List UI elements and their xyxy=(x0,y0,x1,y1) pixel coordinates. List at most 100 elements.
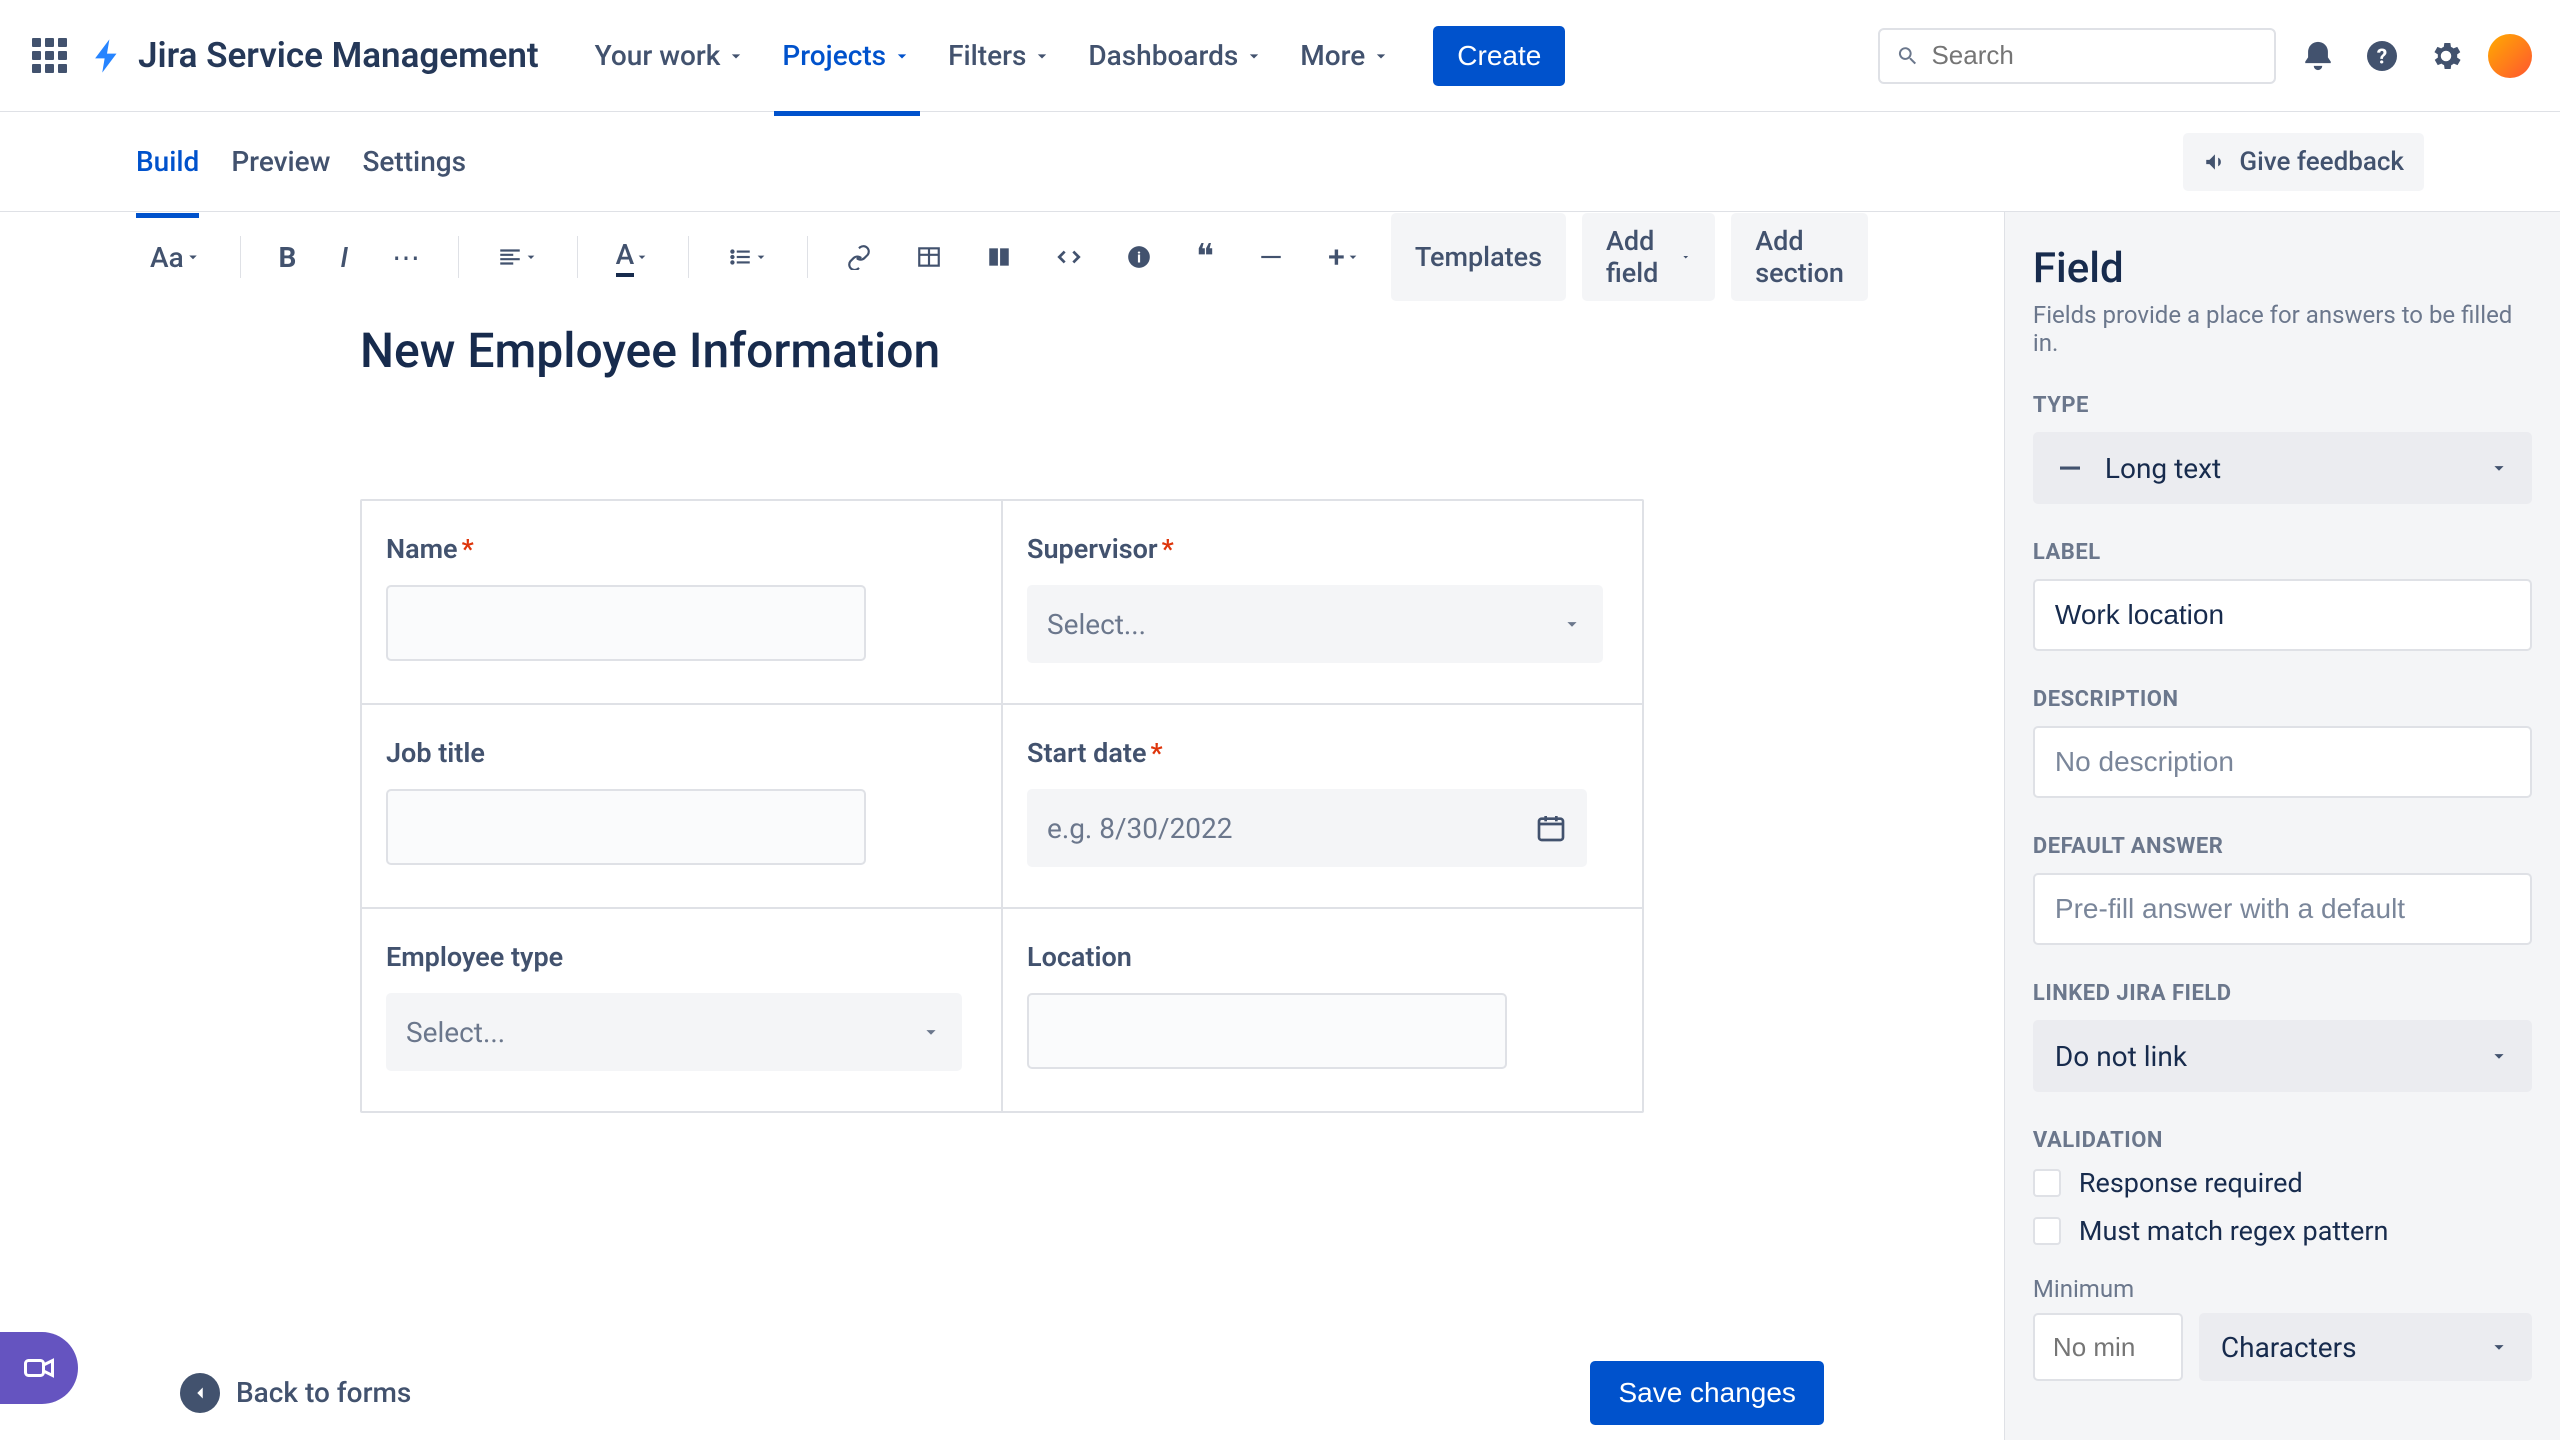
app-switcher-icon[interactable] xyxy=(28,35,70,77)
start-date-input[interactable]: e.g. 8/30/2022 xyxy=(1027,789,1587,867)
link-button[interactable] xyxy=(832,229,886,285)
field-start-date[interactable]: Start date* e.g. 8/30/2022 xyxy=(1001,705,1642,907)
code-icon xyxy=(1056,244,1082,270)
default-answer-input[interactable] xyxy=(2033,873,2532,945)
description-label: DESCRIPTION xyxy=(2033,687,2532,712)
chevron-down-icon xyxy=(920,1021,942,1043)
add-section-button[interactable]: Add section xyxy=(1731,213,1868,301)
info-panel-button[interactable]: i xyxy=(1112,229,1166,285)
table-button[interactable] xyxy=(902,229,956,285)
product-logo[interactable]: Jira Service Management xyxy=(88,35,539,76)
list-button[interactable] xyxy=(713,229,783,285)
search-input[interactable] xyxy=(1878,28,2276,84)
give-feedback-button[interactable]: Give feedback xyxy=(2183,133,2424,191)
megaphone-icon xyxy=(2203,149,2229,175)
more-formatting-button[interactable]: ⋯ xyxy=(378,229,434,285)
link-icon xyxy=(846,244,872,270)
tab-preview[interactable]: Preview xyxy=(231,129,330,194)
editor-toolbar: Aa B I ⋯ A i ❝ + Templates Add field Add… xyxy=(0,212,2004,302)
field-employee-type[interactable]: Employee type Select... xyxy=(362,909,1001,1111)
table-icon xyxy=(916,244,942,270)
text-style-button[interactable]: Aa xyxy=(136,229,216,285)
chevron-down-icon xyxy=(523,249,539,265)
nav-dashboards[interactable]: Dashboards xyxy=(1088,27,1264,84)
name-input[interactable] xyxy=(386,585,866,661)
italic-button[interactable]: I xyxy=(326,229,362,285)
chevron-down-icon xyxy=(1680,247,1692,267)
chevron-down-icon xyxy=(634,249,650,265)
minimum-input[interactable] xyxy=(2033,1313,2183,1381)
search-field[interactable] xyxy=(1931,40,2258,71)
insert-button[interactable]: + xyxy=(1314,229,1375,285)
settings-icon[interactable] xyxy=(2424,34,2468,78)
field-name[interactable]: Name* xyxy=(362,501,1001,703)
nav-projects[interactable]: Projects xyxy=(782,27,912,84)
horizontal-rule-icon xyxy=(1258,244,1284,270)
chevron-down-icon xyxy=(2488,457,2510,479)
checkbox-icon xyxy=(2033,1217,2061,1245)
tab-settings[interactable]: Settings xyxy=(362,129,466,194)
regex-checkbox[interactable]: Must match regex pattern xyxy=(2033,1215,2532,1247)
linked-jira-field-select[interactable]: Do not link xyxy=(2033,1020,2532,1092)
alignment-button[interactable] xyxy=(483,229,553,285)
top-nav: Jira Service Management Your work Projec… xyxy=(0,0,2560,112)
chevron-down-icon xyxy=(2488,1336,2510,1358)
back-to-forms-link[interactable]: Back to forms xyxy=(180,1373,411,1413)
long-text-icon xyxy=(2055,453,2085,483)
calendar-icon xyxy=(1535,812,1567,844)
minimum-unit-select[interactable]: Characters xyxy=(2199,1313,2532,1381)
product-name: Jira Service Management xyxy=(138,35,539,76)
sidebar-subtitle: Fields provide a place for answers to be… xyxy=(2033,301,2532,357)
notifications-icon[interactable] xyxy=(2296,34,2340,78)
svg-text:i: i xyxy=(1137,248,1141,266)
bold-button[interactable]: B xyxy=(264,229,310,285)
user-avatar[interactable] xyxy=(2488,34,2532,78)
code-button[interactable] xyxy=(1042,229,1096,285)
video-camera-icon xyxy=(21,1350,57,1386)
job-title-input[interactable] xyxy=(386,789,866,865)
templates-button[interactable]: Templates xyxy=(1391,213,1566,301)
field-supervisor[interactable]: Supervisor* Select... xyxy=(1001,501,1642,703)
nav-your-work[interactable]: Your work xyxy=(595,27,747,84)
chevron-down-icon xyxy=(1032,46,1052,66)
text-color-button[interactable]: A xyxy=(602,229,665,285)
form-title[interactable]: New Employee Information xyxy=(360,322,1644,379)
divider-button[interactable] xyxy=(1244,229,1298,285)
supervisor-select[interactable]: Select... xyxy=(1027,585,1603,663)
form-canvas[interactable]: New Employee Information Name* Superviso… xyxy=(0,302,2004,1345)
tab-build[interactable]: Build xyxy=(136,129,199,194)
chevron-down-icon xyxy=(892,46,912,66)
minimum-label: Minimum xyxy=(2033,1275,2532,1303)
location-input[interactable] xyxy=(1027,993,1507,1069)
quote-button[interactable]: ❝ xyxy=(1182,229,1228,285)
help-icon[interactable]: ? xyxy=(2360,34,2404,78)
field-location[interactable]: Location xyxy=(1001,909,1642,1111)
footer-bar: Back to forms Save changes xyxy=(0,1345,2004,1440)
chevron-down-icon xyxy=(753,249,769,265)
add-field-button[interactable]: Add field xyxy=(1582,213,1715,301)
nav-more[interactable]: More xyxy=(1300,27,1391,84)
create-button[interactable]: Create xyxy=(1433,26,1565,86)
info-icon: i xyxy=(1126,244,1152,270)
required-asterisk: * xyxy=(1162,533,1174,565)
default-answer-label: DEFAULT ANSWER xyxy=(2033,834,2532,859)
checkbox-icon xyxy=(2033,1169,2061,1197)
field-type-select[interactable]: Long text xyxy=(2033,432,2532,504)
field-label-input[interactable] xyxy=(2033,579,2532,651)
search-icon xyxy=(1896,43,1919,69)
chevron-down-icon xyxy=(2488,1045,2510,1067)
field-description-input[interactable] xyxy=(2033,726,2532,798)
field-properties-sidebar: Field Fields provide a place for answers… xyxy=(2005,212,2560,1440)
chevron-down-icon xyxy=(1561,613,1583,635)
required-asterisk: * xyxy=(1150,737,1162,769)
response-required-checkbox[interactable]: Response required xyxy=(2033,1167,2532,1199)
chevron-down-icon xyxy=(184,248,202,266)
video-help-fab[interactable] xyxy=(0,1332,78,1404)
label-label: LABEL xyxy=(2033,540,2532,565)
layout-button[interactable] xyxy=(972,229,1026,285)
field-job-title[interactable]: Job title xyxy=(362,705,1001,907)
chevron-down-icon xyxy=(1345,249,1361,265)
nav-filters[interactable]: Filters xyxy=(948,27,1052,84)
employee-type-select[interactable]: Select... xyxy=(386,993,962,1071)
save-changes-button[interactable]: Save changes xyxy=(1590,1361,1823,1425)
